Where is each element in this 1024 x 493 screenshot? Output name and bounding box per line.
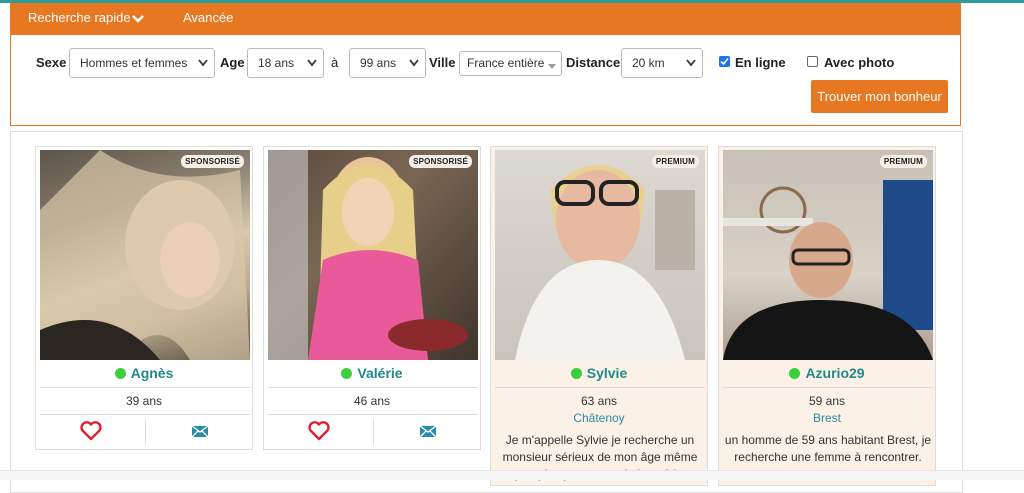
- heart-icon: [80, 421, 102, 441]
- message-button[interactable]: [146, 419, 254, 445]
- age-to-value: 99 ans: [360, 56, 397, 70]
- profile-name[interactable]: Sylvie: [491, 365, 707, 381]
- message-button[interactable]: [374, 419, 482, 445]
- age-separator: à: [331, 55, 339, 70]
- age-from-select[interactable]: 18 ans: [247, 48, 324, 78]
- profile-name[interactable]: Agnès: [36, 365, 252, 381]
- caret-down-icon: [548, 64, 556, 69]
- chevron-down-icon: [307, 59, 317, 67]
- chevron-down-icon: [198, 59, 208, 67]
- tab-advanced-label: Avancée: [183, 10, 234, 25]
- divider: [40, 387, 250, 388]
- online-status-icon: [570, 368, 582, 379]
- envelope-icon: [191, 425, 209, 438]
- age-from-value: 18 ans: [258, 56, 295, 70]
- profile-photo[interactable]: PREMIUM: [723, 150, 933, 360]
- chevron-down-icon: [409, 59, 419, 67]
- profile-card[interactable]: PREMIUM Azurio29 59 ans Brest un homme d…: [718, 146, 936, 486]
- distance-select-value: 20 km: [632, 56, 665, 70]
- search-tabs-bar: Recherche rapide Avancée: [10, 3, 961, 35]
- profile-city[interactable]: Châtenoy: [491, 411, 707, 425]
- profile-age: 59 ans: [808, 394, 846, 408]
- profile-photo[interactable]: SPONSORISÉ: [268, 150, 478, 360]
- profile-age: 39 ans: [125, 394, 163, 408]
- online-label: En ligne: [735, 55, 786, 70]
- profile-card[interactable]: SPONSORISÉ Agnès 39 ans: [35, 146, 253, 450]
- tab-quick-search[interactable]: Recherche rapide: [28, 10, 144, 25]
- profile-photo-image: [268, 150, 468, 360]
- find-match-button[interactable]: Trouver mon bonheur: [811, 80, 948, 113]
- status-badge: SPONSORISÉ: [181, 155, 244, 168]
- online-status-icon: [789, 368, 801, 379]
- profile-age: 46 ans: [353, 394, 391, 408]
- online-checkbox[interactable]: [719, 56, 730, 67]
- profile-name[interactable]: Azurio29: [719, 365, 935, 381]
- divider: [723, 387, 933, 388]
- profile-description: un homme de 59 ans habitant Brest, je re…: [724, 433, 932, 464]
- profile-photo[interactable]: PREMIUM: [495, 150, 705, 360]
- chevron-down-icon: [686, 59, 696, 67]
- profile-photo[interactable]: SPONSORISÉ: [40, 150, 250, 360]
- ville-select-value: France entière: [467, 56, 545, 70]
- divider: [268, 387, 478, 388]
- profile-age: 63 ans: [580, 394, 618, 408]
- photo-checkbox[interactable]: [807, 56, 818, 67]
- tab-quick-label: Recherche rapide: [28, 10, 131, 25]
- ville-select[interactable]: France entière: [459, 51, 562, 76]
- photo-label: Avec photo: [824, 55, 895, 70]
- distance-select[interactable]: 20 km: [621, 48, 703, 78]
- status-badge: SPONSORISÉ: [409, 155, 472, 168]
- divider: [495, 387, 705, 388]
- online-status-icon: [114, 368, 126, 379]
- profile-name-text: Azurio29: [805, 365, 865, 381]
- tab-advanced-search[interactable]: Avancée: [183, 10, 233, 25]
- age-to-select[interactable]: 99 ans: [349, 48, 426, 78]
- sexe-select-value: Hommes et femmes: [80, 56, 188, 70]
- sexe-select[interactable]: Hommes et femmes: [69, 48, 215, 78]
- status-badge: PREMIUM: [879, 155, 927, 168]
- divider: [40, 414, 250, 415]
- like-button[interactable]: [36, 419, 144, 445]
- status-badge: PREMIUM: [651, 155, 699, 168]
- divider: [268, 414, 478, 415]
- checkmark-icon: [720, 57, 729, 66]
- like-button[interactable]: [264, 419, 372, 445]
- profile-photo-image: [515, 165, 695, 360]
- online-status-icon: [341, 368, 353, 379]
- profile-card[interactable]: SPONSORISÉ Valérie 46 ans: [263, 146, 481, 450]
- profile-photo-image: [723, 180, 933, 360]
- search-form: Sexe Hommes et femmes Age 18 ans à 99 an…: [10, 35, 961, 126]
- profile-name[interactable]: Valérie: [264, 365, 480, 381]
- ville-label: Ville: [429, 55, 456, 70]
- envelope-icon: [419, 425, 437, 438]
- heart-icon: [308, 421, 330, 441]
- age-label: Age: [220, 55, 245, 70]
- profile-city[interactable]: Brest: [719, 411, 935, 425]
- profile-card[interactable]: PREMIUM Sylvie 63 ans Châtenoy Je m'appe…: [490, 146, 708, 486]
- profile-name-text: Agnès: [130, 365, 174, 381]
- chevron-down-icon: [131, 14, 144, 23]
- profile-photo-image: [40, 150, 250, 360]
- sexe-label: Sexe: [36, 55, 67, 70]
- profile-name-text: Sylvie: [586, 365, 628, 381]
- profile-name-text: Valérie: [357, 365, 403, 381]
- distance-label: Distance: [566, 55, 621, 70]
